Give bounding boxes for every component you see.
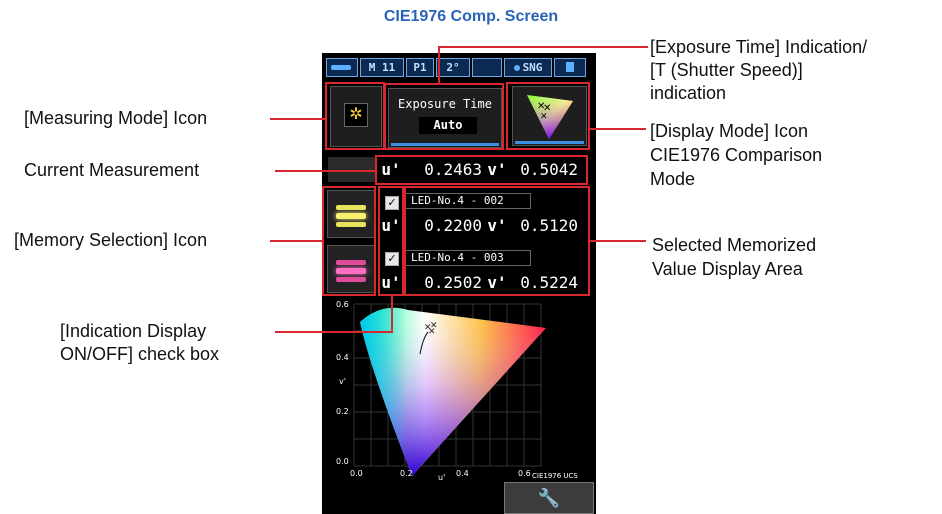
annotation-exposure-line3: indication [650,83,727,103]
x-axis-label: u' [438,473,445,482]
leader-memory-selection [270,240,323,242]
blank-chip [472,58,502,77]
exposure-time-highlight [384,83,504,150]
x-tick-0-0: 0.0 [350,469,363,478]
x-tick-0-4: 0.4 [456,469,469,478]
leader-current-measurement [275,170,375,172]
observer-angle-chip: 2° [436,58,470,77]
y-tick-0-2: 0.2 [336,407,349,416]
memorized-values-highlight [404,186,590,296]
memory-selection-highlight [322,186,376,296]
annotation-selected-line1: Selected Memorized [652,235,817,255]
sd-card-icon [554,58,586,77]
settings-tool-button[interactable]: 🔧 [504,482,594,514]
leader-measuring-mode [270,118,326,120]
annotation-exposure-line1: [Exposure Time] Indication/ [650,37,868,57]
leader-selected-memorized [590,240,646,242]
memory-2-marker: ✕ [428,327,436,337]
page-chip: P1 [406,58,434,77]
display-mode-highlight [506,82,590,150]
page-title: CIE1976 Comp. Screen [383,8,559,25]
y-tick-0-0: 0.0 [336,457,349,466]
annotation-indication-line2: ON/OFF] check box [60,344,220,364]
leader-display-mode [590,128,646,130]
wrench-icon: 🔧 [537,488,561,508]
measuring-mode-chip: M 11 [360,58,404,77]
annotation-selected-line2: Value Display Area [652,259,803,279]
annotation-display-line1: [Display Mode] Icon [650,121,809,141]
current-measurement-highlight [375,155,588,185]
leader-exposure-h [438,46,648,48]
status-bar: M 11 P1 2° SNG [326,58,591,77]
checkbox-column-highlight [378,186,404,296]
sng-label: SNG [522,61,543,74]
single-mode-chip: SNG [504,58,552,77]
chart-caption: CIE1976 UCS [532,472,578,480]
record-dot-icon [513,65,520,71]
cie1976-chart: ✕ ✕ ✕ 0.6 0.4 0.2 0.0 0.0 0.2 0.4 0.6 v'… [336,300,578,482]
y-tick-0-6: 0.6 [336,300,349,309]
annotation-indication-line1: [Indication Display [60,321,207,341]
x-tick-0-2: 0.2 [400,469,413,478]
leader-exposure-v [438,46,440,84]
y-axis-label: v' [339,377,346,386]
battery-icon [326,58,358,77]
leader-checkbox-v [391,296,393,333]
annotation-measuring-mode: [Measuring Mode] Icon [24,108,208,128]
annotation-display-line2: CIE1976 Comparison [650,145,823,165]
y-tick-0-4: 0.4 [336,353,349,362]
annotation-memory-selection: [Memory Selection] Icon [14,230,208,250]
annotation-display-line3: Mode [650,169,696,189]
leader-checkbox-h [275,331,393,333]
annotation-current-measurement: Current Measurement [24,160,200,180]
x-tick-0-6: 0.6 [518,469,531,478]
annotation-exposure-line2: [T (Shutter Speed)] [650,60,803,80]
measuring-mode-highlight [325,82,385,150]
